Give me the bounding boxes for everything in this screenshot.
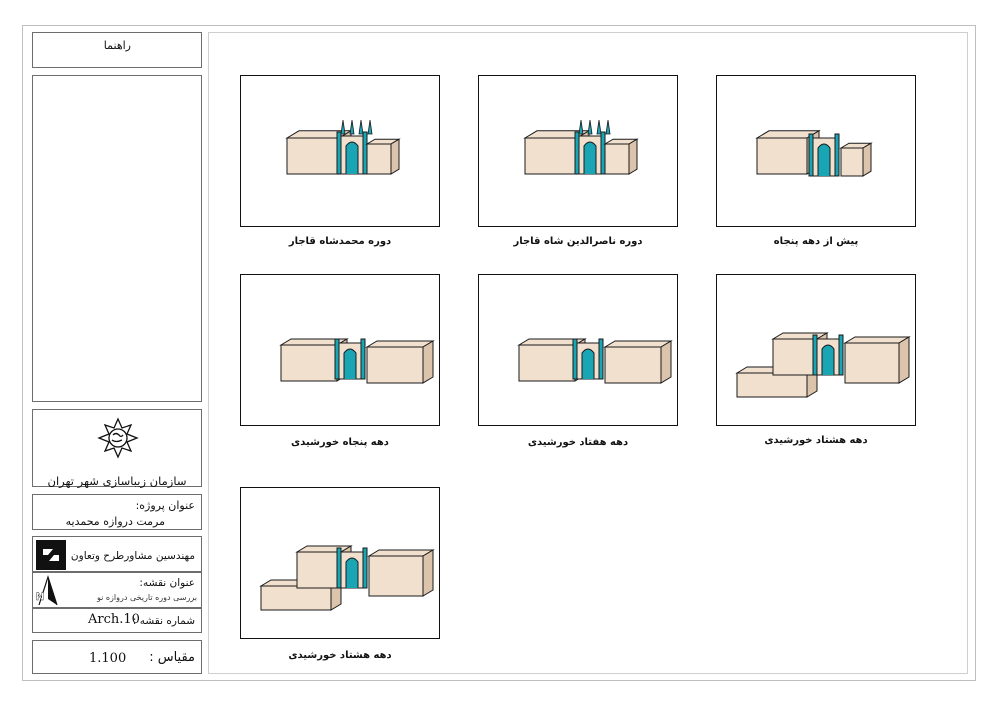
drawing-frame [240,75,440,227]
drawing-caption: دهه هفتاد خورشیدی [527,437,629,448]
building-illustration [517,338,673,384]
map-title-label: عنوان نقشه: [139,577,195,589]
drawing-frame [716,75,916,227]
legend-header: راهنما [32,32,202,68]
drawing-caption: دهه هشتاد خورشیدی [764,435,868,446]
drawing-frame [478,75,678,227]
drawing-frame [240,487,440,639]
north-letter: N [36,591,44,603]
building-illustration [259,545,435,611]
project-label: عنوان پروژه: [135,499,195,512]
building-illustration [285,119,401,175]
legend-title: راهنما [103,39,131,52]
organization-logo-icon [97,417,139,459]
firm-box: مهندسین مشاورطرح وتعاون [32,536,202,572]
firm-name: مهندسین مشاورطرح وتعاون [70,550,195,562]
map-number-box: شماره نقشه : Arch.10 [32,608,202,633]
drawing-caption: دوره محمدشاه قاجار [288,236,392,247]
project-box: عنوان پروژه: مرمت دروازه محمدیه [32,494,202,530]
scale-label: مقیاس : [149,650,195,665]
scale-value: 1.100 [89,651,127,666]
building-illustration [755,129,873,177]
map-title-value: بررسی دوره تاریخی دروازه نو [96,593,197,602]
drawing-caption: دهه پنجاه خورشیدی [291,437,389,448]
organization-box: سازمان زیباسازی شهر تهران [32,409,202,488]
project-value: مرمت دروازه محمدیه [65,515,165,528]
map-title-box: عنوان نقشه: بررسی دوره تاریخی دروازه نو … [32,572,202,608]
drawing-frame [478,274,678,426]
building-illustration [735,332,911,398]
map-number-value: Arch.10 [88,612,140,627]
building-illustration [279,338,435,384]
drawing-caption: دهه هشتاد خورشیدی [288,650,392,661]
drawing-frame [716,274,916,426]
map-number-label: شماره نقشه : [132,615,195,627]
drawing-caption: پیش از دهه پنجاه [773,236,859,247]
drawing-frame [240,274,440,426]
north-arrow-icon: N [36,575,58,606]
legend-box [32,75,202,402]
scale-box: مقیاس : 1.100 [32,640,202,674]
drawing-caption: دوره ناصرالدین شاه قاجار [513,236,643,247]
firm-logo-icon [36,540,66,570]
building-illustration [523,119,639,175]
organization-name: سازمان زیباسازی شهر تهران [47,474,187,488]
